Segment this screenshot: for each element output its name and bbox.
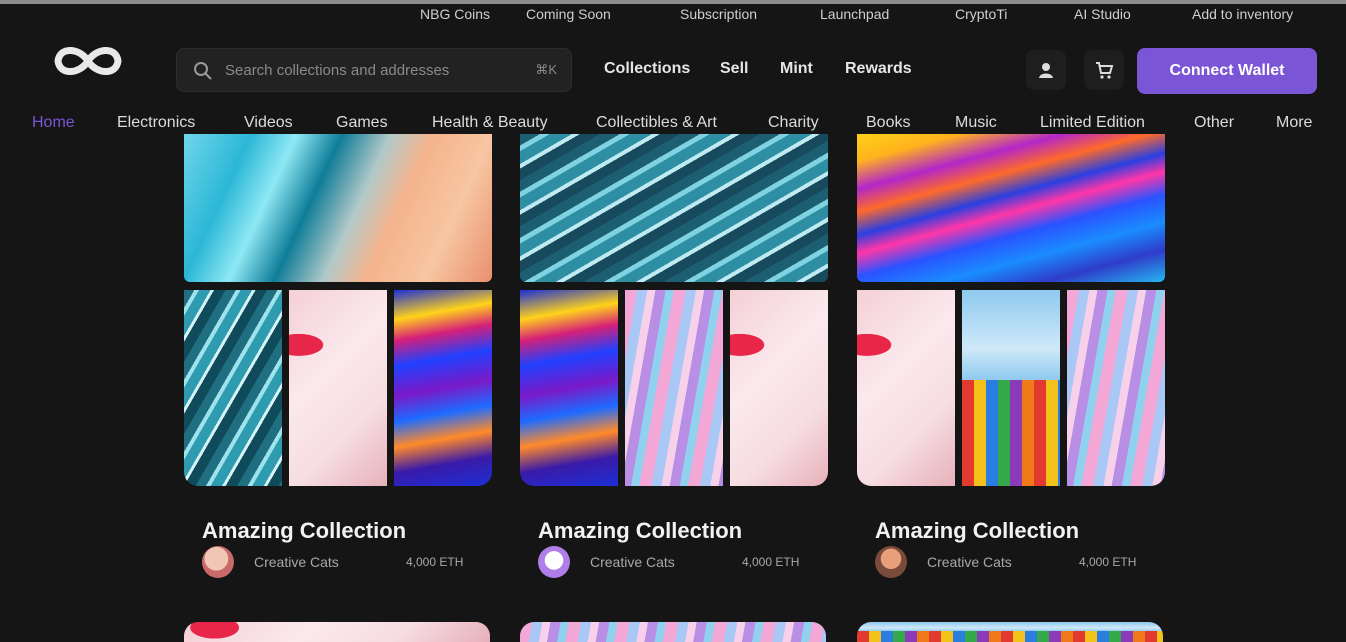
category-electronics[interactable]: Electronics (117, 114, 195, 132)
collection-cover-image (520, 134, 828, 282)
util-link-launchpad[interactable]: Launchpad (820, 6, 889, 22)
category-charity[interactable]: Charity (768, 114, 819, 132)
category-other[interactable]: Other (1194, 114, 1234, 132)
creator-name[interactable]: Creative Cats (254, 554, 339, 570)
category-more[interactable]: More (1276, 114, 1312, 132)
category-books[interactable]: Books (866, 114, 910, 132)
nav-sell[interactable]: Sell (720, 60, 748, 78)
collection-thumbnail (730, 290, 828, 486)
collection-card[interactable]: Amazing Collection Creative Cats 4,000 E… (857, 134, 1165, 584)
category-health-beauty[interactable]: Health & Beauty (432, 114, 548, 132)
search-placeholder: Search collections and addresses (225, 62, 450, 79)
cart-button[interactable] (1084, 50, 1124, 90)
collection-cover-image (184, 134, 492, 282)
collection-count: 4,000 ETH (1079, 555, 1137, 569)
collection-thumbnail (184, 290, 282, 486)
category-collectibles-art[interactable]: Collectibles & Art (596, 114, 717, 132)
collection-card-partial[interactable] (184, 622, 490, 642)
collection-title: Amazing Collection (202, 518, 407, 543)
creator-name[interactable]: Creative Cats (927, 554, 1012, 570)
collection-thumbnail (625, 290, 723, 486)
creator-avatar (538, 546, 570, 578)
util-link-add-to-inventory[interactable]: Add to inventory (1192, 6, 1293, 22)
category-videos[interactable]: Videos (244, 114, 293, 132)
collection-thumbnail (520, 290, 618, 486)
util-link-coming-soon[interactable]: Coming Soon (526, 6, 611, 22)
collection-count: 4,000 ETH (742, 555, 800, 569)
util-link-cryptoti[interactable]: CryptoTi (955, 6, 1007, 22)
connect-wallet-button[interactable]: Connect Wallet (1137, 48, 1317, 94)
category-games[interactable]: Games (336, 114, 388, 132)
util-link-subscription[interactable]: Subscription (680, 6, 757, 22)
search-bar[interactable]: Search collections and addresses ⌘K (176, 48, 572, 92)
collection-count: 4,000 ETH (406, 555, 464, 569)
util-link-nbg-coins[interactable]: NBG Coins (420, 6, 490, 22)
category-limited-edition[interactable]: Limited Edition (1040, 114, 1145, 132)
category-home[interactable]: Home (32, 114, 75, 132)
collection-cover-image (857, 134, 1165, 282)
user-button[interactable] (1026, 50, 1066, 90)
user-icon (1039, 63, 1053, 78)
collection-card-partial[interactable] (857, 622, 1163, 642)
collection-card[interactable]: Amazing Collection Creative Cats 4,000 E… (184, 134, 492, 584)
search-icon (194, 62, 212, 80)
creator-name[interactable]: Creative Cats (590, 554, 675, 570)
nav-mint[interactable]: Mint (780, 60, 813, 78)
cart-icon (1096, 62, 1114, 79)
collection-thumbnail (289, 290, 387, 486)
nav-rewards[interactable]: Rewards (845, 60, 912, 78)
category-music[interactable]: Music (955, 114, 997, 132)
collection-card[interactable]: Amazing Collection Creative Cats 4,000 E… (520, 134, 828, 584)
utility-nav: NBG Coins Coming Soon Subscription Launc… (0, 6, 1346, 26)
collection-card-partial[interactable] (520, 622, 826, 642)
collection-thumbnail (394, 290, 492, 486)
collection-title: Amazing Collection (875, 518, 1080, 543)
creator-avatar (875, 546, 907, 578)
util-link-ai-studio[interactable]: AI Studio (1074, 6, 1131, 22)
collection-thumbnail (1067, 290, 1165, 486)
search-shortcut: ⌘K (535, 62, 557, 77)
infinity-logo-icon (54, 47, 122, 75)
collection-title: Amazing Collection (538, 518, 743, 543)
collection-thumbnail (857, 290, 955, 486)
creator-avatar (202, 546, 234, 578)
brand-logo[interactable] (50, 36, 126, 86)
window-top-border (0, 0, 1346, 4)
nav-collections[interactable]: Collections (604, 60, 690, 78)
collection-thumbnail (962, 290, 1060, 486)
